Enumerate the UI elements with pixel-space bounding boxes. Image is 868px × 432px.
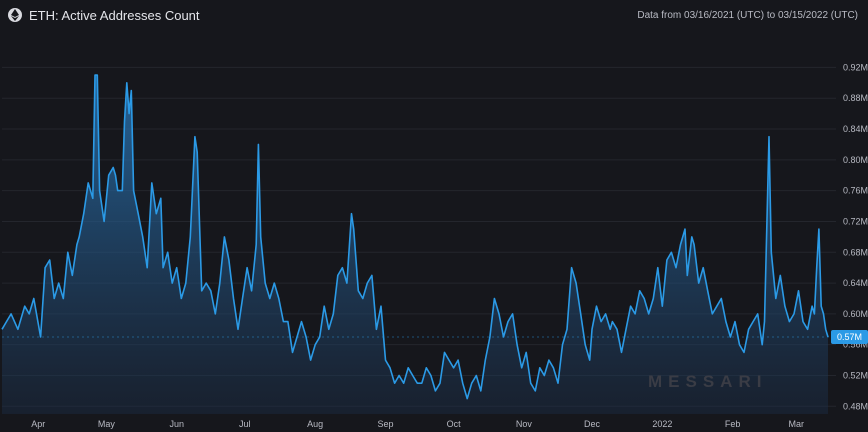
x-tick-label: Nov [516, 419, 533, 429]
y-tick-label: 0.88M [843, 93, 868, 103]
y-tick-label: 0.52M [843, 370, 868, 380]
y-tick-label: 0.92M [843, 62, 868, 72]
x-tick-label: Jun [169, 419, 184, 429]
y-tick-label: 0.80M [843, 155, 868, 165]
active-addresses-chart[interactable]: 0.48M0.52M0.56M0.60M0.64M0.68M0.72M0.76M… [0, 0, 868, 432]
y-tick-label: 0.64M [843, 278, 868, 288]
x-tick-label: Aug [307, 419, 323, 429]
x-tick-label: Feb [725, 419, 741, 429]
y-tick-label: 0.48M [843, 401, 868, 411]
series-area-fill [2, 75, 828, 414]
x-tick-label: Sep [377, 419, 393, 429]
x-tick-label: Apr [31, 419, 45, 429]
x-tick-label: Dec [584, 419, 601, 429]
y-tick-label: 0.60M [843, 309, 868, 319]
y-tick-label: 0.68M [843, 247, 868, 257]
messari-watermark: MESSARI [648, 372, 768, 391]
x-tick-label: Oct [447, 419, 462, 429]
x-tick-label: 2022 [652, 419, 672, 429]
x-tick-label: May [98, 419, 116, 429]
y-axis: 0.48M0.52M0.56M0.60M0.64M0.68M0.72M0.76M… [843, 62, 868, 411]
area-layer [1, 74, 830, 414]
y-tick-label: 0.76M [843, 186, 868, 196]
last-value-badge: 0.57M [831, 329, 868, 344]
x-tick-label: Mar [788, 419, 804, 429]
x-axis: Apr May Jun Jul Aug Sep Oct Nov Dec 2022 Feb Mar [31, 419, 804, 429]
y-tick-label: 0.84M [843, 124, 868, 134]
y-tick-label: 0.72M [843, 216, 868, 226]
x-tick-label: Jul [239, 419, 251, 429]
